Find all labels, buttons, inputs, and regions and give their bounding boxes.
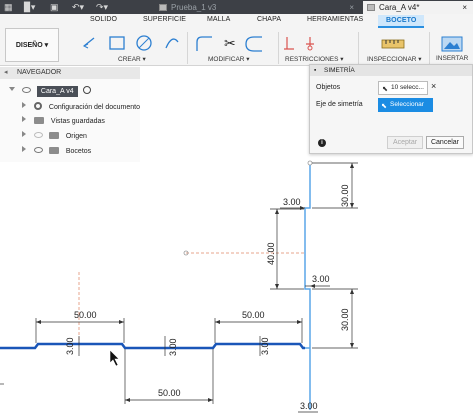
- dialog-header[interactable]: ▪ SIMETRÍA: [310, 65, 472, 76]
- group-crear[interactable]: CREAR ▾: [118, 55, 146, 63]
- collapse-icon[interactable]: ▪: [314, 65, 316, 76]
- dim-3-a[interactable]: 3.00: [65, 337, 75, 355]
- title-bar: ▦ ▉▾ ▣ ↶▾ ↷▾ Prueba_1 v3 × Cara_A v4* ×: [0, 0, 473, 14]
- document-icon: [367, 4, 375, 11]
- tree-item-label: Bocetos: [65, 148, 92, 155]
- svg-text:✂: ✂: [224, 36, 236, 52]
- tree-item-doc-settings[interactable]: Configuración del documento: [22, 101, 140, 114]
- tab-boceto[interactable]: BOCETO: [378, 15, 425, 28]
- dimension-arrows: [36, 163, 354, 402]
- divider: [358, 32, 359, 64]
- visibility-eye-icon[interactable]: [33, 132, 43, 138]
- navigator-header[interactable]: ◂ NAVEGADOR: [0, 67, 140, 79]
- axis-value: Seleccionar: [390, 101, 424, 108]
- axis-label: Eje de simetría: [316, 101, 363, 108]
- dialog-title: SIMETRÍA: [324, 67, 355, 74]
- group-inspeccionar[interactable]: INSPECCIONAR ▾: [367, 55, 422, 63]
- dim-3-c[interactable]: 3.00: [260, 337, 270, 355]
- tree-item-saved-views[interactable]: Vistas guardadas: [22, 115, 105, 128]
- axis-selection-field[interactable]: ⬉ Seleccionar: [378, 98, 433, 112]
- modify-tools-icons[interactable]: ✂: [194, 34, 274, 54]
- objects-label: Objetos: [316, 84, 341, 91]
- expand-arrow-icon[interactable]: [22, 131, 26, 137]
- undo-icon[interactable]: ↶▾: [72, 2, 84, 12]
- tab-malla[interactable]: MALLA: [207, 16, 230, 23]
- dim-3-e[interactable]: 3.00: [312, 274, 330, 284]
- document-tab-prueba[interactable]: Prueba_1 v3 ×: [155, 1, 360, 14]
- close-icon[interactable]: ×: [462, 1, 467, 14]
- visibility-eye-icon[interactable]: [21, 87, 31, 93]
- dim-30-right[interactable]: 30.00: [340, 308, 350, 331]
- objects-selection-field[interactable]: ⬉ 10 selecc...: [378, 81, 428, 95]
- tree-item-label: Origen: [65, 133, 87, 140]
- design-workspace-button[interactable]: DISEÑO ▾: [5, 28, 59, 62]
- tree-item-sketches[interactable]: Bocetos: [22, 145, 91, 158]
- cursor-icon: ⬉: [381, 103, 387, 110]
- dim-3-b[interactable]: 3.00: [168, 338, 178, 356]
- dim-3-d[interactable]: 3.00: [283, 197, 301, 207]
- cursor-icon: ⬉: [382, 86, 388, 93]
- tree-item-label: Configuración del documento: [48, 104, 140, 111]
- sketch-profile-vertical[interactable]: [304, 163, 311, 410]
- save-icon[interactable]: ▣: [50, 2, 59, 12]
- navigator-title: NAVEGADOR: [17, 69, 62, 76]
- tab-solido[interactable]: SOLIDO: [90, 16, 117, 23]
- tab-herramientas[interactable]: HERRAMIENTAS: [307, 16, 363, 23]
- symmetry-dialog: ▪ SIMETRÍA Objetos ⬉ 10 selecc... × Eje …: [309, 64, 473, 154]
- objects-value: 10 selecc...: [391, 84, 424, 91]
- toolbar-ribbon: SOLIDO SUPERFICIE MALLA CHAPA HERRAMIENT…: [0, 14, 473, 70]
- expand-arrow-icon[interactable]: [22, 102, 26, 108]
- visibility-eye-icon[interactable]: [33, 147, 43, 153]
- dim-40[interactable]: 40.00: [266, 242, 276, 265]
- measure-icon[interactable]: [380, 34, 410, 54]
- ok-button[interactable]: Aceptar: [387, 136, 423, 149]
- tree-item-origin[interactable]: Origen: [22, 130, 87, 143]
- document-tab-cara[interactable]: Cara_A v4* ×: [363, 1, 473, 14]
- group-restricciones[interactable]: RESTRICCIONES ▾: [285, 55, 344, 63]
- redo-icon[interactable]: ↷▾: [96, 2, 108, 12]
- dim-50-bottom[interactable]: 50.00: [158, 388, 181, 398]
- mouse-cursor: [109, 349, 120, 367]
- folder-icon: [33, 117, 44, 124]
- document-icon: [159, 4, 167, 11]
- tree-item-label: Vistas guardadas: [50, 118, 105, 125]
- divider: [278, 32, 279, 64]
- group-modificar[interactable]: MODIFICAR ▾: [208, 55, 250, 63]
- dim-50-top-right[interactable]: 50.00: [242, 310, 265, 320]
- tree-root-item[interactable]: Cara_A v4: [9, 85, 91, 98]
- constraint-tools-icons[interactable]: [284, 34, 344, 54]
- cancel-button[interactable]: Cancelar: [426, 136, 464, 149]
- collapse-icon[interactable]: ◂: [4, 67, 8, 79]
- expand-arrow-icon[interactable]: [22, 146, 26, 152]
- tab-chapa[interactable]: CHAPA: [257, 16, 281, 23]
- expand-arrow-icon[interactable]: [9, 87, 15, 91]
- tab-superficie[interactable]: SUPERFICIE: [143, 16, 186, 23]
- sketch-point[interactable]: [307, 160, 313, 166]
- document-tab-label: Cara_A v4*: [379, 3, 420, 12]
- gear-icon: [33, 102, 42, 110]
- dim-30-top[interactable]: 30.00: [340, 184, 350, 207]
- divider: [187, 32, 188, 64]
- close-icon[interactable]: ×: [349, 1, 354, 14]
- dim-3-f[interactable]: 3.00: [300, 401, 318, 411]
- clear-selection-icon[interactable]: ×: [431, 81, 436, 91]
- app-grid-icon[interactable]: ▦: [4, 2, 13, 12]
- document-tab-label: Prueba_1 v3: [171, 3, 217, 12]
- divider: [429, 32, 430, 64]
- info-icon[interactable]: i: [318, 139, 326, 147]
- create-tools-icons[interactable]: [80, 34, 190, 52]
- folder-icon: [48, 132, 59, 139]
- folder-icon: [48, 147, 59, 154]
- dim-50-top-left[interactable]: 50.00: [74, 310, 97, 320]
- file-icon[interactable]: ▉▾: [24, 2, 35, 12]
- expand-arrow-icon[interactable]: [22, 116, 26, 122]
- insert-image-icon[interactable]: [440, 34, 470, 54]
- browser-navigator: ◂ NAVEGADOR Cara_A v4 Configuración del …: [0, 67, 140, 162]
- radio-icon[interactable]: [82, 86, 91, 94]
- root-component-label[interactable]: Cara_A v4: [36, 86, 78, 97]
